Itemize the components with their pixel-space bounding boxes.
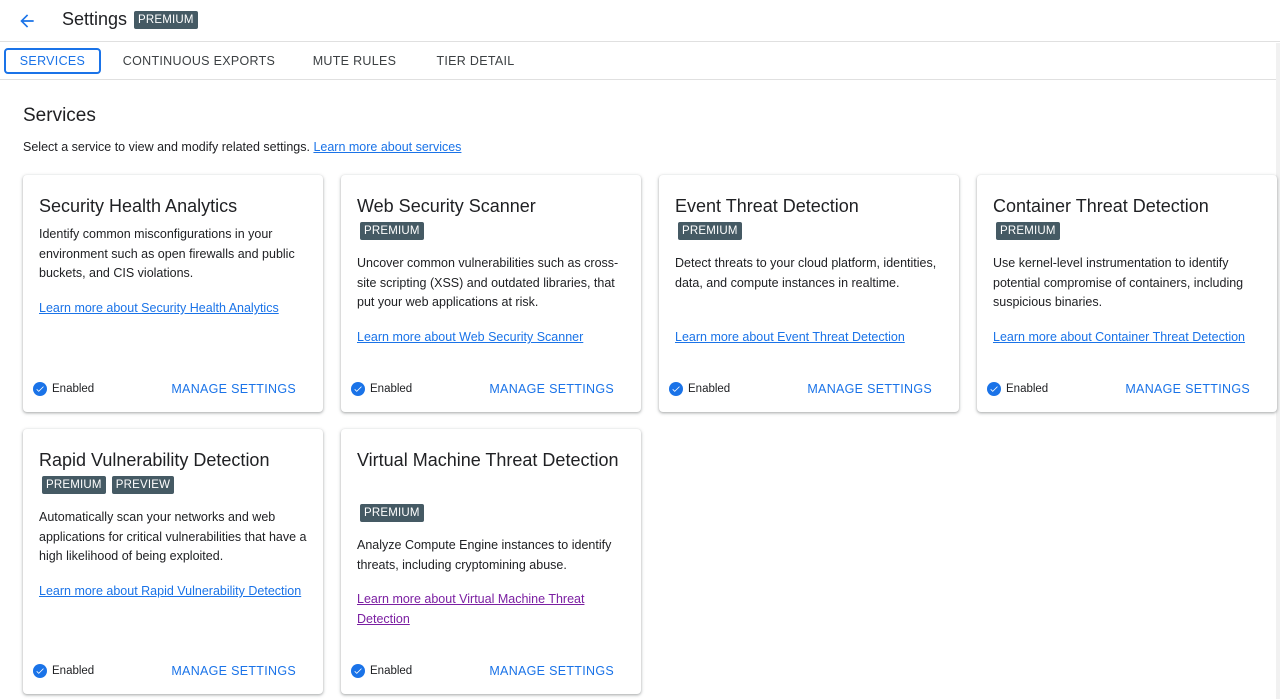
tab-continuous-exports[interactable]: CONTINUOUS EXPORTS (118, 48, 280, 74)
status-badge: Enabled (987, 382, 1048, 396)
card-description: Detect threats to your cloud platform, i… (675, 256, 937, 290)
status-label: Enabled (370, 665, 413, 677)
manage-settings-button[interactable]: MANAGE SETTINGS (171, 664, 296, 678)
section-description: Select a service to view and modify rela… (23, 140, 461, 154)
card-badges: PREMIUM (678, 222, 742, 240)
status-label: Enabled (52, 665, 95, 677)
learn-more-services-link[interactable]: Learn more about services (313, 140, 461, 154)
premium-badge: PREMIUM (360, 222, 424, 240)
card-learn-more-link[interactable]: Learn more about Web Security Scanner (357, 328, 631, 348)
card-description: Uncover common vulnerabilities such as c… (357, 256, 619, 309)
card-title: Container Threat Detection (993, 196, 1209, 216)
check-circle-icon (33, 664, 47, 678)
status-label: Enabled (52, 383, 95, 395)
manage-settings-button[interactable]: MANAGE SETTINGS (489, 664, 614, 678)
service-card-web-security-scanner: Web Security Scanner PREMIUM Uncover com… (341, 175, 641, 412)
manage-settings-button[interactable]: MANAGE SETTINGS (171, 382, 296, 396)
arrow-back-icon (20, 14, 34, 28)
card-learn-more-link[interactable]: Learn more about Event Threat Detection (675, 328, 949, 348)
tab-mute-rules[interactable]: MUTE RULES (306, 48, 403, 74)
back-button[interactable] (14, 8, 40, 34)
service-card-virtual-machine-threat-detection: Virtual Machine Threat Detection PREMIUM… (341, 429, 641, 694)
tab-tier-detail[interactable]: TIER DETAIL (428, 48, 523, 74)
status-badge: Enabled (33, 382, 94, 396)
status-label: Enabled (370, 383, 413, 395)
service-card-security-health-analytics: Security Health Analytics Identify commo… (23, 175, 323, 412)
card-learn-more-link[interactable]: Learn more about Security Health Analyti… (39, 299, 313, 319)
status-label: Enabled (688, 383, 731, 395)
premium-badge: PREMIUM (42, 476, 106, 494)
preview-badge: PREVIEW (111, 476, 175, 494)
check-circle-icon (33, 382, 47, 396)
status-badge: Enabled (351, 382, 412, 396)
card-description: Use kernel-level instrumentation to iden… (993, 256, 1244, 309)
card-badges: PREMIUM (360, 504, 424, 522)
check-circle-icon (669, 382, 683, 396)
card-title: Rapid Vulnerability Detection (39, 450, 270, 470)
premium-badge: PREMIUM (996, 222, 1060, 240)
manage-settings-button[interactable]: MANAGE SETTINGS (807, 382, 932, 396)
premium-badge: PREMIUM (678, 222, 742, 240)
card-learn-more-link[interactable]: Learn more about Virtual Machine Threat … (357, 590, 631, 629)
premium-badge: PREMIUM (360, 504, 424, 522)
premium-badge: PREMIUM (134, 11, 198, 29)
check-circle-icon (351, 382, 365, 396)
status-label: Enabled (1006, 383, 1049, 395)
card-description: Analyze Compute Engine instances to iden… (357, 538, 612, 572)
check-circle-icon (351, 664, 365, 678)
section-title: Services (23, 105, 96, 126)
section-description-text: Select a service to view and modify rela… (23, 140, 310, 154)
status-badge: Enabled (33, 664, 94, 678)
service-card-rapid-vulnerability-detection: Rapid Vulnerability Detection PREMIUM PR… (23, 429, 323, 694)
card-badges: PREMIUM (360, 222, 424, 240)
card-badges: PREMIUM (996, 222, 1060, 240)
card-title: Virtual Machine Threat Detection (357, 450, 619, 470)
card-title: Web Security Scanner (357, 196, 536, 216)
page-title: Settings (62, 9, 128, 29)
check-circle-icon (987, 382, 1001, 396)
service-card-event-threat-detection: Event Threat Detection PREMIUM Detect th… (659, 175, 959, 412)
card-description: Identify common misconfigurations in you… (39, 227, 295, 280)
status-badge: Enabled (669, 382, 730, 396)
card-description: Automatically scan your networks and web… (39, 510, 307, 563)
service-card-container-threat-detection: Container Threat Detection PREMIUM Use k… (977, 175, 1277, 412)
card-title: Event Threat Detection (675, 196, 859, 216)
card-badges: PREMIUM PREVIEW (42, 476, 175, 494)
tab-services[interactable]: SERVICES (4, 48, 101, 74)
card-learn-more-link[interactable]: Learn more about Container Threat Detect… (993, 328, 1267, 348)
card-title: Security Health Analytics (39, 196, 238, 216)
status-badge: Enabled (351, 664, 412, 678)
card-learn-more-link[interactable]: Learn more about Rapid Vulnerability Det… (39, 582, 313, 602)
tab-bar: SERVICES CONTINUOUS EXPORTS MUTE RULES T… (0, 43, 1280, 80)
manage-settings-button[interactable]: MANAGE SETTINGS (1125, 382, 1250, 396)
manage-settings-button[interactable]: MANAGE SETTINGS (489, 382, 614, 396)
page-header: Settings PREMIUM (0, 0, 1280, 42)
